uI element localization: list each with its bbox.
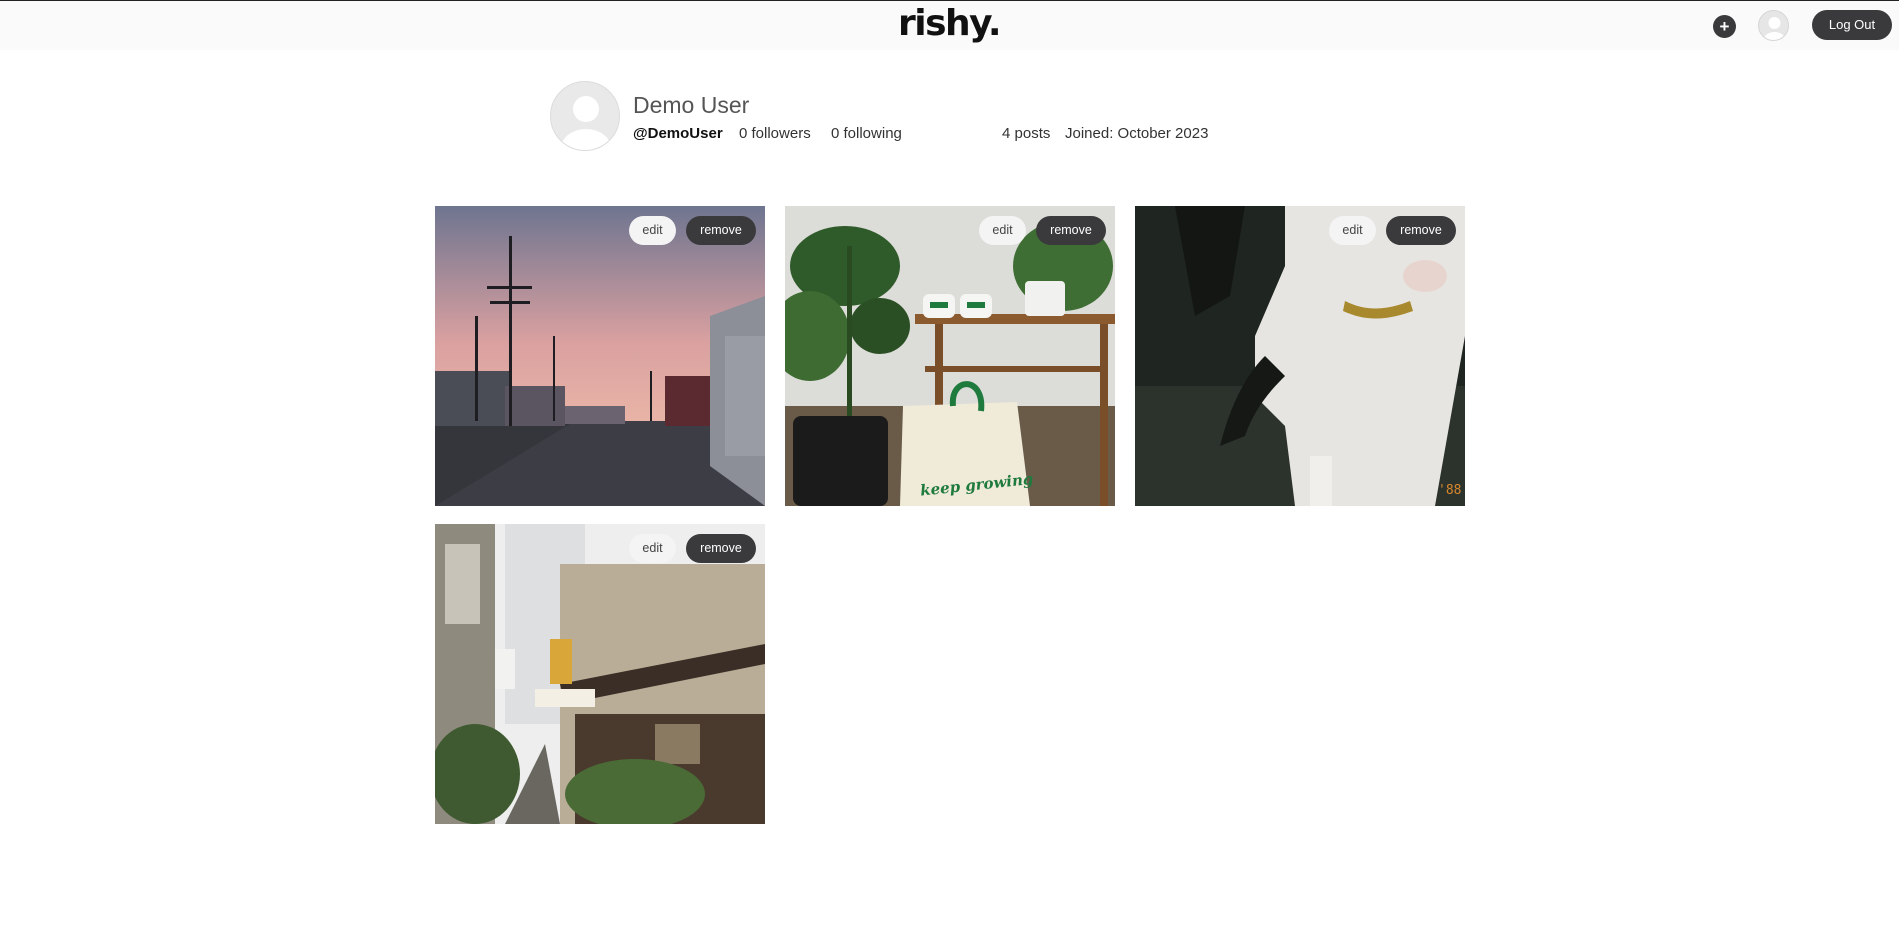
- remove-button[interactable]: remove: [686, 216, 756, 245]
- post-image-alley[interactable]: [435, 524, 765, 824]
- profile-name: Demo User: [633, 92, 750, 118]
- remove-button[interactable]: remove: [1036, 216, 1106, 245]
- profile-handle: @DemoUser: [633, 125, 723, 142]
- post-card[interactable]: edit remove: [435, 524, 765, 824]
- remove-button[interactable]: remove: [1386, 216, 1456, 245]
- edit-button[interactable]: edit: [629, 216, 676, 245]
- add-post-button[interactable]: +: [1713, 15, 1736, 38]
- user-avatar-icon: [1763, 17, 1786, 40]
- joined-date: Joined: October 2023: [1065, 125, 1209, 142]
- post-card[interactable]: keep growing edit remove: [785, 206, 1115, 506]
- followers-count[interactable]: 0 followers: [739, 125, 811, 142]
- date-stamp: '88: [1438, 483, 1461, 498]
- user-avatar-icon: [561, 96, 611, 150]
- post-image-dog[interactable]: '88: [1135, 206, 1465, 506]
- edit-button[interactable]: edit: [629, 534, 676, 563]
- edit-button[interactable]: edit: [1329, 216, 1376, 245]
- post-card[interactable]: '88 edit remove: [1135, 206, 1465, 506]
- site-logo[interactable]: rishy.: [898, 1, 1002, 47]
- profile-avatar: [550, 81, 620, 151]
- following-count[interactable]: 0 following: [831, 125, 902, 142]
- nav-avatar[interactable]: [1758, 10, 1789, 41]
- post-image-plants-sneakers[interactable]: keep growing: [785, 206, 1115, 506]
- post-image-street-sunset[interactable]: [435, 206, 765, 506]
- logout-button[interactable]: Log Out: [1812, 10, 1892, 40]
- posts-count: 4 posts: [1002, 125, 1051, 142]
- post-card[interactable]: edit remove: [435, 206, 765, 506]
- top-navbar: rishy. + Log Out: [0, 0, 1899, 50]
- edit-button[interactable]: edit: [979, 216, 1026, 245]
- remove-button[interactable]: remove: [686, 534, 756, 563]
